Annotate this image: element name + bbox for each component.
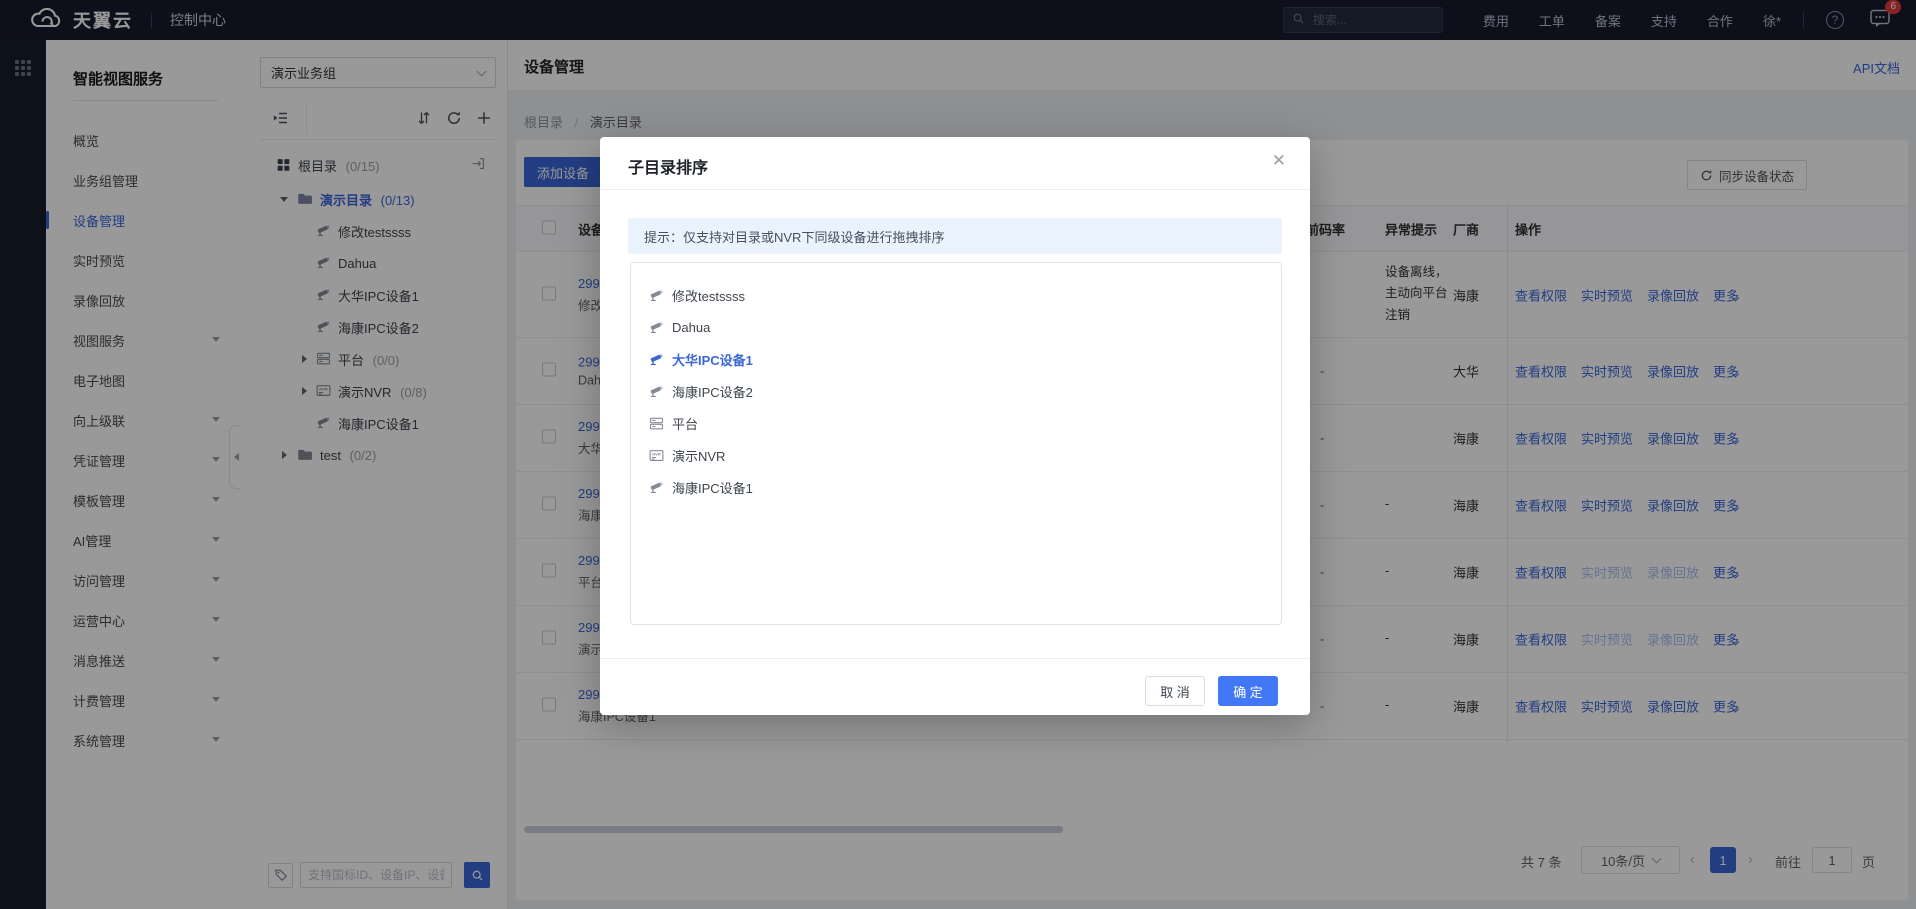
camera-icon: [649, 352, 664, 367]
sort-item-label: 修改testssss: [672, 288, 745, 304]
sort-item-海康IPC设备2[interactable]: 海康IPC设备2: [631, 375, 1281, 407]
cancel-button[interactable]: 取 消: [1145, 676, 1205, 706]
svg-text:NVR: NVR: [652, 451, 661, 456]
sort-item-平台[interactable]: 平台: [631, 407, 1281, 439]
sort-item-label: 大华IPC设备1: [672, 352, 753, 368]
dialog-hint: 提示：仅支持对目录或NVR下同级设备进行拖拽排序: [628, 218, 1282, 254]
confirm-button[interactable]: 确 定: [1218, 676, 1278, 706]
sort-item-label: 演示NVR: [672, 448, 726, 464]
sort-item-海康IPC设备1[interactable]: 海康IPC设备1: [631, 471, 1281, 503]
sort-item-label: Dahua: [672, 319, 711, 335]
sortable-list: 修改testssss Dahua 大华IPC设备1 海康IPC设备2 平台 NVR 演示NV…: [630, 262, 1282, 625]
sort-item-label: 平台: [672, 416, 699, 432]
sort-item-label: 海康IPC设备1: [672, 480, 753, 496]
camera-icon: [649, 480, 664, 495]
dialog-footer: 取 消 确 定: [600, 658, 1310, 715]
nvr-icon: NVR: [649, 448, 664, 463]
camera-icon: [649, 320, 664, 335]
camera-icon: [649, 288, 664, 303]
dialog-title: 子目录排序: [628, 160, 709, 177]
sort-item-演示NVR[interactable]: NVR 演示NVR: [631, 439, 1281, 471]
sort-item-大华IPC设备1[interactable]: 大华IPC设备1: [631, 343, 1281, 375]
sort-item-修改testssss[interactable]: 修改testssss: [631, 279, 1281, 311]
app-root: 天翼云 控制中心 费用工单备案支持合作 徐* ? 6: [0, 0, 1916, 909]
close-icon[interactable]: ✕: [1272, 152, 1286, 169]
sort-item-Dahua[interactable]: Dahua: [631, 311, 1281, 343]
sort-item-label: 海康IPC设备2: [672, 384, 753, 400]
platform-icon: [649, 416, 664, 431]
camera-icon: [649, 384, 664, 399]
sort-dialog: 子目录排序 ✕ 提示：仅支持对目录或NVR下同级设备进行拖拽排序 修改tests…: [600, 137, 1310, 715]
dialog-header: 子目录排序 ✕: [600, 137, 1310, 190]
